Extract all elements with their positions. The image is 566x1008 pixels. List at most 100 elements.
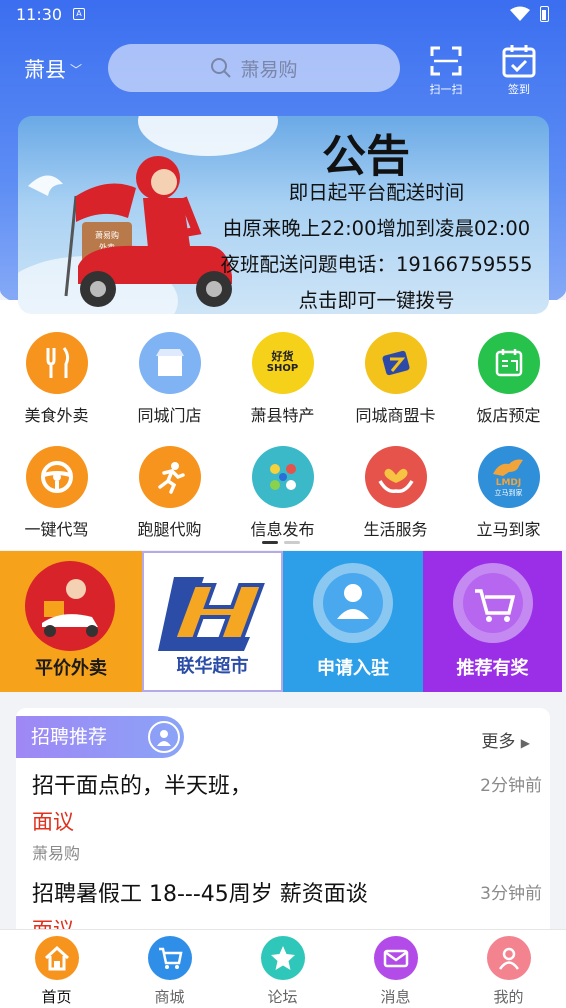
search-placeholder: 萧易购	[240, 58, 298, 81]
category-merchant-card[interactable]: 同城商盟卡	[339, 332, 452, 426]
category-life-service[interactable]: 生活服务	[339, 446, 452, 540]
category-info-publish[interactable]: 信息发布	[226, 446, 339, 540]
nav-label: 论坛	[267, 988, 298, 1006]
category-restaurant-reservation[interactable]: 饭店预定	[452, 332, 565, 426]
scan-label: 扫一扫	[429, 83, 463, 96]
job-source: 萧易购	[32, 844, 81, 863]
more-link[interactable]: 更多 ▶	[481, 727, 530, 752]
notification-a-icon: A	[73, 8, 85, 20]
category-food-delivery[interactable]: 美食外卖	[0, 332, 113, 426]
card-icon	[364, 332, 427, 394]
reservation-icon	[477, 332, 540, 394]
category-label: 生活服务	[363, 520, 428, 539]
promo-label: 申请入驻	[317, 658, 389, 679]
pager-dot	[284, 541, 300, 544]
job-list-item[interactable]: 招干面点的，半天班， 2分钟前 面议 萧易购	[32, 768, 542, 864]
battery-icon	[540, 6, 549, 22]
category-label: 一键代驾	[24, 520, 89, 539]
category-label: 同城商盟卡	[355, 406, 436, 425]
mail-icon	[373, 936, 418, 980]
recruiter-avatar-icon	[148, 721, 180, 753]
nav-label: 商城	[154, 988, 185, 1006]
category-local-stores[interactable]: 同城门店	[113, 332, 226, 426]
box-text-1: 萧易购	[95, 230, 119, 240]
search-bar[interactable]: 萧易购	[108, 44, 400, 92]
announcement-banner[interactable]: 萧易购 外卖 公告 即日起平台配送时间 由原来晚上22:00增加到凌晨02:00…	[18, 116, 549, 314]
banner-line-2: 由原来晚上22:00增加到凌晨02:00	[222, 217, 531, 240]
signin-button[interactable]: 签到	[493, 44, 545, 96]
more-label: 更多	[481, 732, 516, 752]
triangle-right-icon: ▶	[520, 736, 530, 750]
promo-label: 联华超市	[176, 656, 249, 677]
banner-line-4: 点击即可一键拨号	[298, 289, 455, 312]
home-icon	[34, 936, 79, 980]
specialty-badge-1: 好货	[271, 350, 294, 363]
banner-phone-line: 夜班配送问题电话：19166759555	[220, 253, 533, 276]
category-label: 萧县特产	[250, 406, 315, 425]
city-selector[interactable]: 萧县 ﹀	[24, 54, 82, 84]
promo-apply-join[interactable]: 申请入驻	[283, 551, 423, 692]
bottom-nav: 首页 商城 论坛 消息 我的	[0, 929, 566, 1008]
runner-icon	[138, 446, 201, 508]
category-designated-driver[interactable]: 一键代驾	[0, 446, 113, 540]
job-title: 招干面点的，半天班，	[32, 774, 253, 799]
nav-home[interactable]: 首页	[0, 936, 113, 1007]
store-icon	[138, 332, 201, 394]
job-time: 2分钟前	[480, 776, 542, 796]
signin-label: 签到	[508, 83, 530, 96]
nav-messages[interactable]: 消息	[339, 936, 452, 1007]
cart-icon	[147, 936, 192, 980]
recruit-tag-label: 招聘推荐	[31, 726, 108, 748]
horse-badge-2: 立马到家	[494, 489, 523, 497]
wifi-icon	[510, 6, 530, 21]
promo-affordable-takeout[interactable]: 平价外卖	[0, 551, 142, 692]
horse-icon: LMDJ 立马到家	[477, 446, 540, 508]
category-errands[interactable]: 跑腿代购	[113, 446, 226, 540]
job-salary: 面议	[32, 810, 74, 834]
job-title: 招聘暑假工 18---45周岁 薪资面谈	[32, 882, 368, 907]
category-label: 美食外卖	[24, 406, 89, 425]
info-publish-icon	[251, 446, 314, 508]
nav-profile[interactable]: 我的	[452, 936, 565, 1007]
nav-mall[interactable]: 商城	[113, 936, 226, 1007]
banner-title: 公告	[322, 131, 410, 182]
banner-line-1: 即日起平台配送时间	[288, 181, 465, 204]
status-bar: 11:30 A	[0, 0, 566, 30]
user-badge-icon	[313, 563, 393, 643]
city-name: 萧县	[24, 58, 66, 82]
scan-button[interactable]: 扫一扫	[420, 44, 472, 96]
category-label: 信息发布	[250, 520, 315, 539]
category-label: 饭店预定	[476, 406, 541, 425]
horse-badge-1: LMDJ	[495, 478, 522, 488]
lianhua-logo-icon	[158, 577, 265, 651]
promo-label: 推荐有奖	[456, 658, 529, 679]
category-pager-dots	[262, 541, 300, 544]
nav-label: 我的	[493, 988, 524, 1006]
promo-lianhua-supermarket[interactable]: 联华超市	[142, 551, 283, 692]
specialty-badge-2: SHOP	[266, 363, 299, 374]
category-local-specialty[interactable]: 好货 SHOP 萧县特产	[226, 332, 339, 426]
nav-forum[interactable]: 论坛	[226, 936, 339, 1007]
app-root: 11:30 A 萧县 ﹀ 萧易购 扫一扫 签到 萧易购 外卖 公告 即日起平台配…	[0, 0, 566, 1008]
search-icon	[211, 58, 232, 78]
category-label: 同城门店	[137, 406, 202, 425]
calendar-check-icon	[502, 45, 536, 78]
specialty-icon: 好货 SHOP	[251, 332, 314, 394]
scan-icon	[430, 46, 462, 76]
food-icon	[25, 332, 88, 394]
category-label: 立马到家	[476, 520, 541, 539]
nav-label: 首页	[41, 988, 72, 1006]
star-icon	[260, 936, 305, 980]
life-service-icon	[364, 446, 427, 508]
promo-referral-reward[interactable]: 推荐有奖	[423, 551, 562, 692]
nav-label: 消息	[380, 988, 411, 1006]
category-instant-home[interactable]: LMDJ 立马到家 立马到家	[452, 446, 565, 540]
profile-icon	[486, 936, 531, 980]
category-label: 跑腿代购	[137, 520, 202, 539]
promo-label: 平价外卖	[35, 658, 107, 679]
recruit-tag: 招聘推荐	[16, 716, 184, 758]
cart-badge-icon	[453, 563, 533, 643]
pager-dot-active	[262, 541, 278, 544]
chevron-down-icon: ﹀	[70, 62, 83, 77]
job-time: 3分钟前	[480, 884, 542, 904]
